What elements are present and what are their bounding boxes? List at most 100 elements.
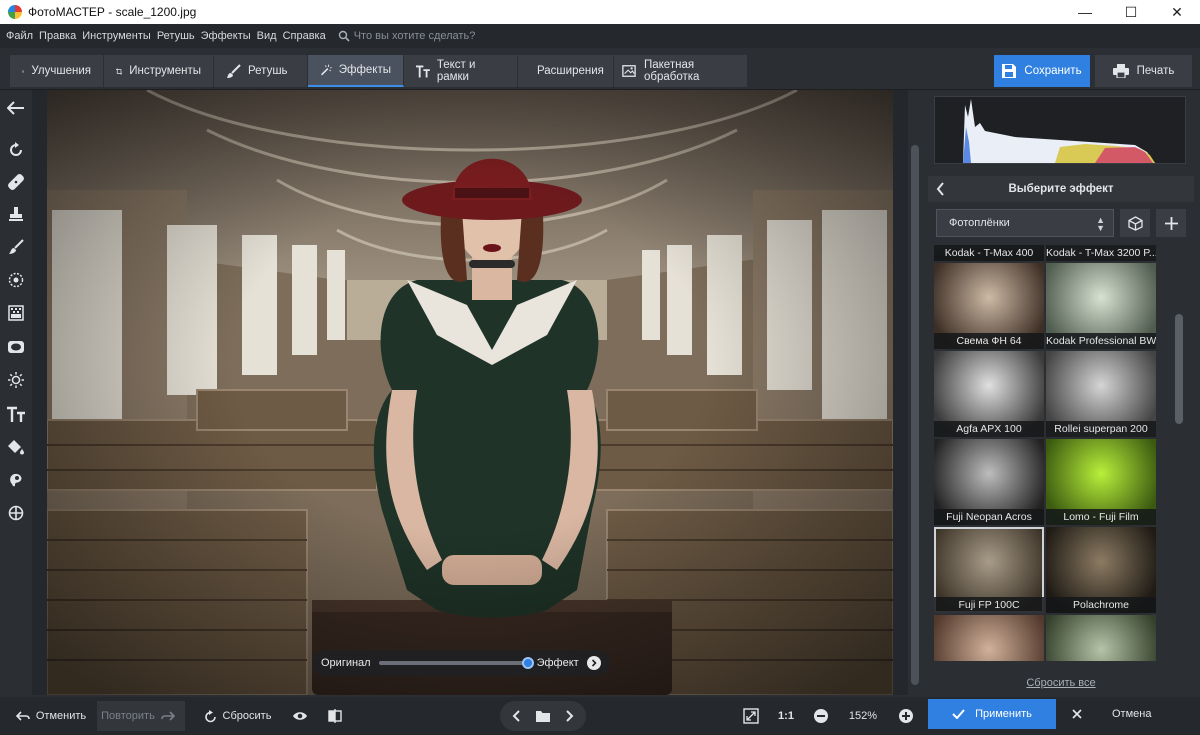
fill-icon[interactable] bbox=[6, 437, 26, 457]
zoom-in-button[interactable] bbox=[893, 701, 919, 731]
effect-label: Kodak - T-Max 3200 P... bbox=[1046, 245, 1156, 261]
apply-button[interactable]: Применить bbox=[928, 699, 1056, 729]
app-logo-icon bbox=[8, 5, 22, 19]
folder-icon[interactable] bbox=[536, 710, 550, 722]
menu-view[interactable]: Вид bbox=[257, 30, 277, 42]
effect-label: Эффект bbox=[536, 657, 579, 669]
scrollbar-thumb[interactable] bbox=[1175, 314, 1183, 424]
back-chevron-icon[interactable] bbox=[936, 182, 946, 196]
effect-tile[interactable]: Kodak - T-Max 3200 P... bbox=[1046, 245, 1156, 261]
crosshair-icon[interactable] bbox=[6, 503, 26, 523]
scrollbar-thumb[interactable] bbox=[911, 145, 919, 685]
effect-label: Свема ФН 64 bbox=[934, 333, 1044, 349]
gradient-filter-icon[interactable] bbox=[6, 303, 26, 323]
effect-label: Fuji Neopan Acros bbox=[934, 509, 1044, 525]
images-icon bbox=[622, 65, 636, 77]
menu-file[interactable]: Файл bbox=[6, 30, 33, 42]
zoom-out-button[interactable] bbox=[808, 701, 834, 731]
effect-label: Kodak Professional BW... bbox=[1046, 333, 1156, 349]
photo-canvas[interactable] bbox=[32, 90, 908, 695]
print-button[interactable]: Печать bbox=[1095, 55, 1192, 87]
menu-help[interactable]: Справка bbox=[283, 30, 326, 42]
panel-title: Выберите эффект bbox=[1008, 183, 1114, 195]
redo-label: Повторить bbox=[101, 710, 155, 722]
reset-all-link[interactable]: Сбросить все bbox=[922, 677, 1200, 689]
close-button[interactable]: ✕ bbox=[1154, 0, 1200, 24]
compare-button[interactable] bbox=[322, 701, 348, 731]
print-label: Печать bbox=[1136, 65, 1175, 77]
cube-icon bbox=[1127, 215, 1143, 231]
tab-retouch[interactable]: Ретушь bbox=[214, 55, 308, 87]
next-chevron-icon[interactable] bbox=[564, 710, 574, 722]
save-label: Сохранить bbox=[1024, 65, 1082, 77]
category-value: Фотоплёнки bbox=[949, 217, 1010, 229]
back-arrow-icon[interactable] bbox=[6, 98, 26, 118]
tab-tools[interactable]: Инструменты bbox=[104, 55, 214, 87]
effect-tile-selected[interactable]: Fuji FP 100C bbox=[934, 527, 1044, 613]
before-after-slider[interactable] bbox=[378, 657, 534, 669]
effect-tile[interactable]: Kodak - T-Max 400 bbox=[934, 245, 1044, 261]
minimize-button[interactable]: — bbox=[1062, 0, 1108, 24]
category-select[interactable]: Фотоплёнки ▲ ▼ bbox=[936, 209, 1114, 237]
effect-tile[interactable]: Свема ФН 64 bbox=[934, 263, 1044, 349]
search-placeholder: Что вы хотите сделать? bbox=[353, 30, 476, 42]
effect-tile[interactable] bbox=[1046, 615, 1156, 661]
effect-label: Fuji FP 100C bbox=[934, 597, 1044, 613]
undo-button[interactable]: Отменить bbox=[8, 701, 94, 731]
effect-tile[interactable] bbox=[934, 615, 1044, 661]
tab-label: Ретушь bbox=[248, 65, 288, 77]
healing-patch-icon[interactable] bbox=[6, 172, 26, 192]
before-after-control: Оригинал Эффект bbox=[313, 650, 610, 676]
redo-button[interactable]: Повторить bbox=[97, 701, 185, 731]
menu-retouch[interactable]: Ретушь bbox=[157, 30, 195, 42]
effect-tile[interactable]: Fuji Neopan Acros bbox=[934, 439, 1044, 525]
tab-extensions[interactable]: Расширения bbox=[518, 55, 614, 87]
next-arrow-icon[interactable] bbox=[586, 656, 601, 670]
add-effect-button[interactable] bbox=[1156, 209, 1186, 237]
zoom-out-icon bbox=[814, 709, 828, 723]
fit-screen-button[interactable] bbox=[738, 701, 764, 731]
vignette-icon[interactable] bbox=[6, 337, 26, 357]
menu-effects[interactable]: Эффекты bbox=[201, 30, 251, 42]
brush-icon[interactable] bbox=[6, 237, 26, 257]
tab-enhancements[interactable]: Улучшения bbox=[10, 55, 104, 87]
reset-button[interactable]: Сбросить bbox=[200, 701, 276, 731]
slider-knob[interactable] bbox=[521, 657, 534, 669]
command-search[interactable]: Что вы хотите сделать? bbox=[338, 30, 476, 42]
effect-tile[interactable]: Polachrome bbox=[1046, 527, 1156, 613]
effect-tile[interactable]: Rollei superpan 200 bbox=[1046, 351, 1156, 437]
tab-effects[interactable]: Эффекты bbox=[308, 55, 404, 87]
text-icon[interactable] bbox=[6, 404, 26, 424]
tab-text-frames[interactable]: Текст и рамки bbox=[404, 55, 518, 87]
effect-tile[interactable]: Agfa APX 100 bbox=[934, 351, 1044, 437]
sliders-icon bbox=[22, 69, 25, 73]
maximize-button[interactable]: ☐ bbox=[1108, 0, 1154, 24]
effect-tile[interactable]: Lomo - Fuji Film bbox=[1046, 439, 1156, 525]
canvas-scrollbar[interactable] bbox=[908, 90, 922, 695]
cancel-button[interactable]: Отмена bbox=[1062, 699, 1192, 729]
brush-icon bbox=[227, 63, 241, 78]
effects-scrollbar[interactable] bbox=[1174, 244, 1184, 660]
effect-thumbnail bbox=[1046, 615, 1156, 661]
preview-button[interactable] bbox=[286, 701, 314, 731]
effect-tile[interactable]: Kodak Professional BW... bbox=[1046, 263, 1156, 349]
save-button[interactable]: Сохранить bbox=[994, 55, 1090, 87]
title-bar: ФотоМАСТЕР - scale_1200.jpg — ☐ ✕ bbox=[0, 0, 1200, 24]
printer-icon bbox=[1112, 64, 1129, 78]
left-tool-strip bbox=[0, 90, 32, 695]
rotate-icon[interactable] bbox=[6, 140, 26, 160]
menu-edit[interactable]: Правка bbox=[39, 30, 76, 42]
prev-chevron-icon[interactable] bbox=[512, 710, 522, 722]
menu-tools[interactable]: Инструменты bbox=[82, 30, 151, 42]
3d-lut-button[interactable] bbox=[1120, 209, 1150, 237]
stamp-icon[interactable] bbox=[6, 204, 26, 224]
floppy-disk-icon bbox=[1002, 64, 1017, 78]
selection-icon[interactable] bbox=[6, 470, 26, 490]
radial-filter-icon[interactable] bbox=[6, 270, 26, 290]
batch-processing-button[interactable]: Пакетная обработка bbox=[614, 55, 747, 87]
menu-bar: Файл Правка Инструменты Ретушь Эффекты В… bbox=[0, 24, 1200, 48]
effects-panel: Выберите эффект Фотоплёнки ▲ ▼ Kodak - T-… bbox=[922, 90, 1200, 695]
crop-icon bbox=[116, 67, 123, 75]
light-icon[interactable] bbox=[6, 370, 26, 390]
actual-size-button[interactable]: 1:1 bbox=[772, 701, 800, 731]
